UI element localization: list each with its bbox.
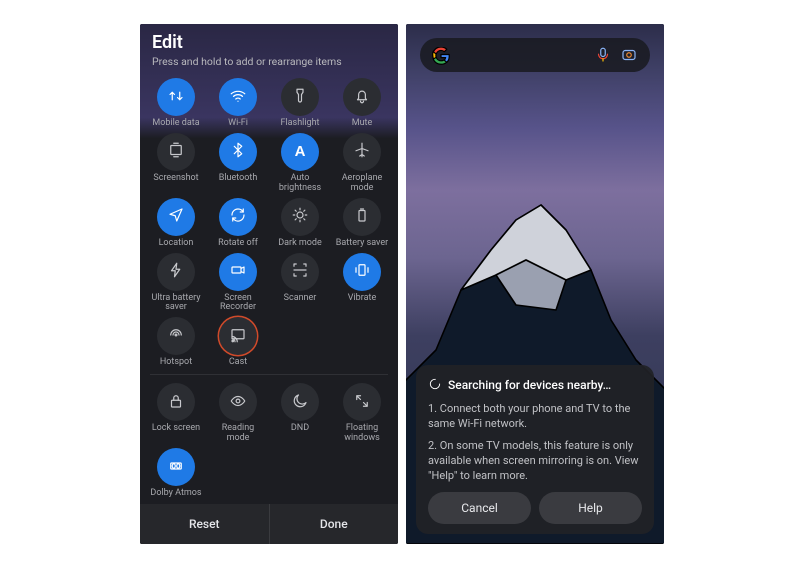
tile-mute[interactable]: Mute: [332, 78, 392, 129]
lock-icon: [167, 392, 185, 413]
bluetooth-icon: [229, 141, 247, 162]
dialog-title: Searching for devices nearby…: [448, 378, 611, 392]
reset-button[interactable]: Reset: [140, 504, 269, 544]
mic-icon[interactable]: [594, 46, 612, 64]
rotate-icon: [229, 206, 247, 227]
cancel-button[interactable]: Cancel: [428, 492, 531, 524]
tile-label: Mobile data: [152, 119, 199, 129]
tile-dolby[interactable]: Dolby Atmos: [146, 448, 206, 499]
phone-right-cast-dialog: Searching for devices nearby… 1. Connect…: [406, 24, 664, 544]
tile-dark-mode[interactable]: Dark mode: [270, 198, 330, 249]
bolt-icon: [167, 261, 185, 282]
tile-label: Dark mode: [278, 239, 322, 249]
google-search-bar[interactable]: [420, 38, 650, 72]
flashlight-icon: [291, 87, 309, 108]
tile-lock-screen[interactable]: Lock screen: [146, 383, 206, 444]
tile-flashlight[interactable]: Flashlight: [270, 78, 330, 129]
tile-label: Rotate off: [218, 239, 258, 249]
tile-label: Cast: [229, 358, 247, 368]
tile-screen-recorder[interactable]: Screen Recorder: [208, 253, 268, 314]
tile-label: Auto brightness: [273, 174, 327, 194]
tile-label: Mute: [352, 119, 373, 129]
tile-screenshot[interactable]: Screenshot: [146, 133, 206, 194]
tile-vibrate[interactable]: Vibrate: [332, 253, 392, 314]
tile-label: Reading mode: [211, 424, 265, 444]
hotspot-icon: [167, 326, 185, 347]
phone-left-quick-settings: Edit Press and hold to add or rearrange …: [140, 24, 398, 544]
wifi-icon: [229, 87, 247, 108]
tile-aeroplane[interactable]: Aeroplane mode: [332, 133, 392, 194]
tile-label: Screenshot: [153, 174, 198, 184]
tile-cast[interactable]: Cast: [208, 317, 268, 368]
bottom-button-row: Reset Done: [140, 504, 398, 544]
tile-grid-inactive: Lock screen Reading mode DND Floating wi…: [140, 377, 398, 501]
tile-label: Dolby Atmos: [150, 489, 201, 499]
tile-label: Floating windows: [335, 424, 389, 444]
tile-rotate[interactable]: Rotate off: [208, 198, 268, 249]
help-button[interactable]: Help: [539, 492, 642, 524]
battery-icon: [353, 206, 371, 227]
divider: [150, 374, 388, 375]
eye-icon: [229, 392, 247, 413]
tile-label: Wi-Fi: [228, 119, 248, 129]
done-button[interactable]: Done: [270, 504, 399, 544]
lens-icon[interactable]: [620, 46, 638, 64]
tile-label: Hotspot: [160, 358, 192, 368]
page-title: Edit: [152, 32, 386, 53]
tile-mobile-data[interactable]: Mobile data: [146, 78, 206, 129]
screenshot-icon: [167, 141, 185, 162]
tile-label: Bluetooth: [219, 174, 258, 184]
google-logo-icon: [432, 47, 448, 63]
page-subtitle: Press and hold to add or rearrange items: [152, 55, 386, 68]
tile-label: Screen Recorder: [211, 294, 265, 314]
mobile-data-icon: [167, 87, 185, 108]
airplane-icon: [353, 141, 371, 162]
tile-label: Scanner: [284, 294, 317, 304]
bell-icon: [353, 87, 371, 108]
cast-icon: [229, 326, 247, 347]
vibrate-icon: [353, 261, 371, 282]
dialog-step-1: 1. Connect both your phone and TV to the…: [428, 402, 642, 432]
tile-scanner[interactable]: Scanner: [270, 253, 330, 314]
expand-icon: [353, 392, 371, 413]
tile-label: Aeroplane mode: [335, 174, 389, 194]
scan-icon: [291, 261, 309, 282]
video-icon: [229, 261, 247, 282]
tile-location[interactable]: Location: [146, 198, 206, 249]
tile-label: Battery saver: [336, 239, 388, 249]
tile-label: Vibrate: [348, 294, 376, 304]
tile-reading-mode[interactable]: Reading mode: [208, 383, 268, 444]
tile-grid-active: Mobile data Wi-Fi Flashlight Mute Screen…: [140, 72, 398, 370]
dolby-icon: [167, 457, 185, 478]
tile-bluetooth[interactable]: Bluetooth: [208, 133, 268, 194]
tile-label: Ultra battery saver: [149, 294, 203, 314]
location-icon: [167, 206, 185, 227]
tile-label: Flashlight: [281, 119, 320, 129]
tile-wifi[interactable]: Wi-Fi: [208, 78, 268, 129]
panel-header: Edit Press and hold to add or rearrange …: [140, 24, 398, 72]
moon-icon: [291, 392, 309, 413]
tile-hotspot[interactable]: Hotspot: [146, 317, 206, 368]
dialog-button-row: Cancel Help: [428, 492, 642, 524]
cast-searching-dialog: Searching for devices nearby… 1. Connect…: [416, 365, 654, 534]
dark-mode-icon: [291, 206, 309, 227]
tile-dnd[interactable]: DND: [270, 383, 330, 444]
tile-label: DND: [291, 424, 309, 434]
tile-label: Lock screen: [152, 424, 200, 434]
spinner-icon: [428, 377, 442, 394]
tile-auto-brightness[interactable]: A Auto brightness: [270, 133, 330, 194]
brightness-icon: A: [295, 144, 306, 159]
dialog-step-2: 2. On some TV models, this feature is on…: [428, 439, 642, 484]
tile-floating-windows[interactable]: Floating windows: [332, 383, 392, 444]
tile-label: Location: [159, 239, 194, 249]
tile-battery-saver[interactable]: Battery saver: [332, 198, 392, 249]
tile-ultra-battery[interactable]: Ultra battery saver: [146, 253, 206, 314]
